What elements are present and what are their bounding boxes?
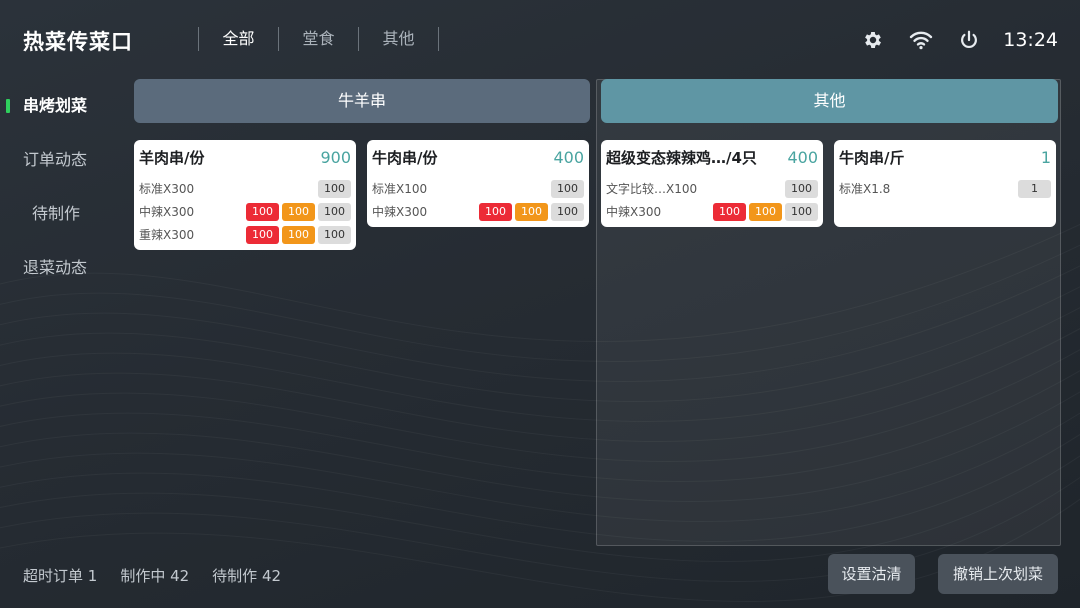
dish-card[interactable]: 超级变态辣辣鸡…/4只 400 文字比较…X100 100 中辣X300 100…: [601, 140, 823, 227]
variant-row: 中辣X300 100 100 100: [606, 200, 818, 223]
pending-count: 待制作 42: [212, 567, 282, 585]
variant-row: 文字比较…X100 100: [606, 177, 818, 200]
wifi-icon: [909, 28, 933, 52]
clock: 13:24: [1003, 29, 1058, 51]
tab-dine-in[interactable]: 堂食: [279, 27, 358, 51]
count-badge-orange[interactable]: 100: [749, 202, 782, 221]
count-badge-gray[interactable]: 100: [551, 179, 584, 198]
count-badge-red[interactable]: 100: [713, 202, 746, 221]
set-sold-out-button[interactable]: 设置沽清: [828, 554, 915, 594]
filter-tabs: 全部 堂食 其他: [198, 27, 439, 51]
timeout-orders: 超时订单 1: [23, 567, 98, 585]
dish-card[interactable]: 牛肉串/份 400 标准X100 100 中辣X300 100 100 100: [367, 140, 589, 227]
gear-icon[interactable]: [861, 28, 885, 52]
tab-all[interactable]: 全部: [199, 27, 278, 51]
count-badge-red[interactable]: 100: [246, 225, 279, 244]
count-badge-gray[interactable]: 100: [318, 202, 351, 221]
variant-label: 中辣X300: [372, 205, 428, 219]
variant-row: 中辣X300 100 100 100: [139, 200, 351, 223]
count-badge-red[interactable]: 100: [246, 202, 279, 221]
count-badge-gray[interactable]: 1: [1018, 179, 1051, 198]
variant-row: 重辣X300 100 100 100: [139, 223, 351, 246]
panel-title-other[interactable]: 其他: [601, 79, 1058, 123]
variant-label: 文字比较…X100: [606, 182, 698, 196]
undo-last-mark-button[interactable]: 撤销上次划菜: [938, 554, 1058, 594]
dish-card[interactable]: 羊肉串/份 900 标准X300 100 中辣X300 100 100 100 …: [134, 140, 356, 250]
count-badge-orange[interactable]: 100: [282, 202, 315, 221]
count-badge-gray[interactable]: 100: [318, 225, 351, 244]
header-bar: 热菜传菜口 全部 堂食 其他 13:24: [0, 0, 1080, 78]
variant-label: 中辣X300: [139, 205, 195, 219]
variant-label: 中辣X300: [606, 205, 662, 219]
dish-total: 900: [320, 147, 351, 167]
count-badge-gray[interactable]: 100: [318, 179, 351, 198]
sidebar-item-returns[interactable]: 退菜动态: [0, 244, 120, 298]
status-area: 13:24: [837, 26, 1058, 54]
variant-row: 中辣X300 100 100 100: [372, 200, 584, 223]
dish-total: 1: [1040, 147, 1051, 167]
dish-name: 牛肉串/份: [372, 148, 438, 167]
dish-card[interactable]: 牛肉串/斤 1 标准X1.8 1: [834, 140, 1056, 227]
dish-name: 牛肉串/斤: [839, 148, 905, 167]
tab-other[interactable]: 其他: [359, 27, 438, 51]
footer-stats: 超时订单 1 制作中 42 待制作 42: [23, 565, 304, 586]
variant-label: 重辣X300: [139, 228, 195, 242]
sidebar-item-skewer-marking[interactable]: 串烤划菜: [0, 82, 120, 136]
variant-label: 标准X300: [139, 182, 195, 196]
panel-title-beef-lamb[interactable]: 牛羊串: [134, 79, 590, 123]
count-badge-gray[interactable]: 100: [785, 202, 818, 221]
variant-label: 标准X100: [372, 182, 428, 196]
dish-total: 400: [787, 147, 818, 167]
count-badge-gray[interactable]: 100: [785, 179, 818, 198]
dish-total: 400: [553, 147, 584, 167]
count-badge-orange[interactable]: 100: [515, 202, 548, 221]
in-progress-count: 制作中 42: [120, 567, 190, 585]
sidebar-item-pending[interactable]: 待制作: [0, 190, 120, 244]
count-badge-gray[interactable]: 100: [551, 202, 584, 221]
count-badge-orange[interactable]: 100: [282, 225, 315, 244]
dish-name: 超级变态辣辣鸡…/4只: [606, 148, 757, 167]
variant-row: 标准X100 100: [372, 177, 584, 200]
variant-row: 标准X1.8 1: [839, 177, 1051, 200]
variant-row: 标准X300 100: [139, 177, 351, 200]
sidebar-item-order-updates[interactable]: 订单动态: [0, 136, 120, 190]
tab-divider: [438, 27, 439, 51]
variant-label: 标准X1.8: [839, 182, 891, 196]
count-badge-red[interactable]: 100: [479, 202, 512, 221]
sidebar: 串烤划菜 订单动态 待制作 退菜动态: [0, 82, 120, 298]
dish-name: 羊肉串/份: [139, 148, 205, 167]
app-title: 热菜传菜口: [23, 30, 133, 54]
power-icon[interactable]: [957, 28, 981, 52]
